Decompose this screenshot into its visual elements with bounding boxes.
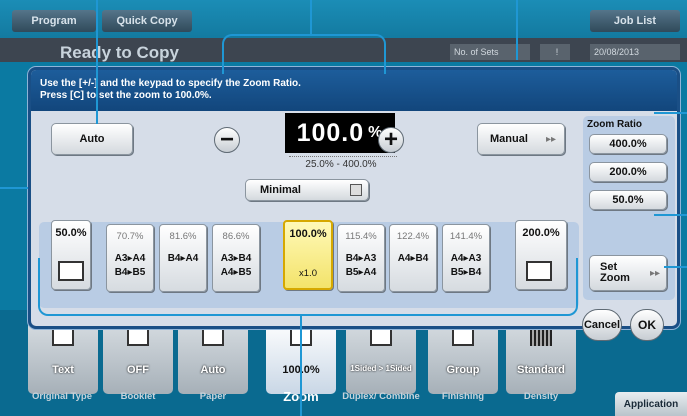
- instruction-line-1: Use the [+/-] and the keypad to specify …: [40, 78, 301, 89]
- sets-indicator: No. of Sets: [450, 44, 530, 60]
- callout-line-minimal: [0, 187, 28, 189]
- cancel-button[interactable]: Cancel: [582, 309, 622, 341]
- density-button[interactable]: Standard: [506, 320, 576, 394]
- warning-icon: !: [540, 44, 570, 60]
- preset-pct: 81.6%: [169, 231, 197, 242]
- duplex-button[interactable]: 1Sided > 1Sided: [346, 320, 416, 394]
- preset-pct: 50.0%: [55, 227, 87, 239]
- paper-button[interactable]: Auto: [178, 320, 248, 394]
- document-icon: [52, 326, 74, 346]
- density-label: Density: [523, 391, 559, 402]
- manual-label: Manual: [490, 133, 528, 145]
- callout-line-presets: [300, 316, 302, 416]
- zoom-ratio-50[interactable]: 50.0%: [589, 190, 667, 210]
- callout-line-manual: [516, 0, 518, 60]
- finishing-icon: [452, 326, 474, 346]
- arrow-right-icon: ▸▸: [649, 268, 660, 279]
- preset-pct: 141.4%: [449, 231, 483, 242]
- program-tab[interactable]: Program: [12, 10, 96, 32]
- booklet-value: OFF: [127, 364, 149, 376]
- preset-pct: 86.6%: [222, 231, 250, 242]
- finishing-button[interactable]: Group: [428, 320, 498, 394]
- booklet-button[interactable]: OFF: [103, 320, 173, 394]
- booklet-icon: [127, 326, 149, 346]
- preset-pct: 100.0%: [289, 228, 327, 240]
- range-divider: [289, 156, 397, 157]
- original-type-label: Original Type: [31, 391, 92, 402]
- zoom-ratio-200[interactable]: 200.0%: [589, 162, 667, 182]
- callout-bracket-presets: [38, 258, 578, 316]
- callout-line-zoom-ratio-bottom: [654, 214, 687, 216]
- preset-pct: 200.0%: [522, 227, 560, 239]
- set-zoom-line2: Zoom: [600, 272, 630, 284]
- density-value: Standard: [517, 364, 565, 376]
- zoom-ratio-value: 100.0: [296, 118, 365, 147]
- finishing-value: Group: [446, 364, 480, 376]
- quick-copy-tab[interactable]: Quick Copy: [102, 10, 192, 32]
- manual-button[interactable]: Manual ▸▸: [477, 123, 565, 155]
- preset-pct: 115.4%: [345, 231, 377, 242]
- paper-value: Auto: [200, 364, 226, 376]
- density-icon: [530, 326, 552, 346]
- zoom-range: 25.0% - 400.0%: [305, 159, 377, 170]
- booklet-label: Booklet: [120, 391, 156, 402]
- auto-button[interactable]: Auto: [51, 123, 133, 155]
- original-type-value: Text: [52, 364, 74, 376]
- paper-icon: [202, 326, 224, 346]
- paper-label: Paper: [199, 391, 227, 402]
- duplex-label: Duplex/ Combine: [342, 391, 420, 402]
- callout-line-zoom-keys: [310, 0, 312, 34]
- copier-screen: Program Quick Copy Job List Ready to Cop…: [0, 0, 687, 416]
- original-type-button[interactable]: Text: [28, 320, 98, 394]
- minimal-label: Minimal: [260, 184, 301, 196]
- callout-line-zoom-ratio: [654, 112, 687, 114]
- status-text: Ready to Copy: [60, 43, 180, 62]
- ok-button[interactable]: OK: [630, 309, 664, 341]
- finishing-label: Finishing: [441, 391, 485, 402]
- duplex-icon: [370, 326, 392, 346]
- instruction-line-2: Press [C] to set the zoom to 100.0%.: [40, 90, 212, 101]
- set-zoom-button[interactable]: Set Zoom ▸▸: [589, 255, 667, 291]
- callout-bracket-zoom-keys: [222, 34, 386, 74]
- zoom-ratio-title: Zoom Ratio: [587, 119, 642, 130]
- callout-line-auto: [96, 0, 98, 124]
- callout-line-set-zoom: [664, 266, 687, 268]
- preset-pct: 122.4%: [396, 231, 430, 242]
- duplex-value: 1Sided > 1Sided: [350, 364, 412, 373]
- minus-button[interactable]: −: [214, 127, 240, 153]
- date-display: 20/08/2013: [590, 44, 680, 60]
- zoom-ratio-400[interactable]: 400.0%: [589, 134, 667, 154]
- arrow-right-icon: ▸▸: [545, 133, 556, 145]
- checkbox-icon: [350, 184, 362, 196]
- job-list-tab[interactable]: Job List: [590, 10, 680, 32]
- application-button[interactable]: Application: [615, 392, 687, 416]
- preset-pct: 70.7%: [116, 231, 144, 242]
- minimal-button[interactable]: Minimal: [245, 179, 369, 201]
- plus-button[interactable]: +: [378, 127, 404, 153]
